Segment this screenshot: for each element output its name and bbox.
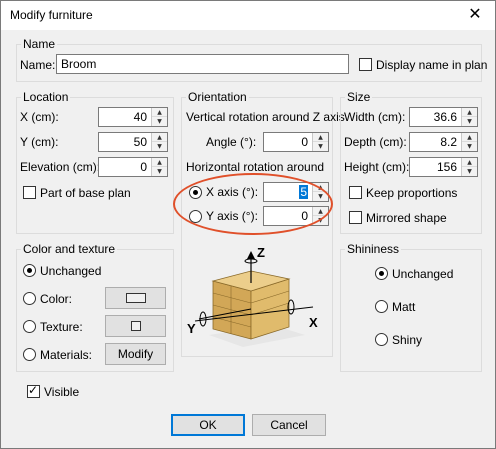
orientation-preview-image: Z X Y bbox=[187, 245, 318, 347]
color-unchanged-label: Unchanged bbox=[40, 264, 102, 278]
axis-z-label: Z bbox=[257, 245, 265, 260]
depth-spinner[interactable]: 8.2 ▲ ▼ bbox=[409, 132, 478, 152]
texture-button[interactable] bbox=[105, 315, 166, 337]
materials-radio[interactable] bbox=[23, 348, 36, 361]
texture-swatch bbox=[131, 321, 141, 331]
shininess-legend: Shininess bbox=[345, 242, 402, 256]
y-value: 50 bbox=[133, 135, 147, 149]
spin-down-icon[interactable]: ▼ bbox=[152, 117, 167, 126]
texture-label: Texture: bbox=[40, 320, 83, 334]
size-legend: Size bbox=[345, 90, 373, 104]
shininess-unchanged-label: Unchanged bbox=[392, 267, 454, 281]
spin-up-icon[interactable]: ▲ bbox=[462, 158, 477, 167]
elevation-spinner[interactable]: 0 ▲ ▼ bbox=[98, 157, 168, 177]
height-spinner[interactable]: 156 ▲ ▼ bbox=[409, 157, 478, 177]
spin-up-icon[interactable]: ▲ bbox=[462, 108, 477, 117]
width-spinner[interactable]: 36.6 ▲ ▼ bbox=[409, 107, 478, 127]
y-spinner[interactable]: 50 ▲ ▼ bbox=[98, 132, 168, 152]
display-name-label: Display name in plan bbox=[376, 58, 488, 72]
spin-down-icon[interactable]: ▼ bbox=[462, 142, 477, 151]
keep-proportions-label: Keep proportions bbox=[366, 186, 458, 200]
angle-value: 0 bbox=[301, 135, 308, 149]
mirrored-shape-label: Mirrored shape bbox=[366, 211, 447, 225]
base-plan-checkbox[interactable] bbox=[23, 186, 36, 199]
mirrored-shape-checkbox[interactable] bbox=[349, 211, 362, 224]
spin-down-icon[interactable]: ▼ bbox=[152, 167, 167, 176]
base-plan-label: Part of base plan bbox=[40, 186, 131, 200]
angle-spinner[interactable]: 0 ▲ ▼ bbox=[263, 132, 329, 152]
modify-furniture-dialog: Modify furniture ✕ Name Name: Broom Disp… bbox=[0, 0, 496, 449]
visible-checkbox[interactable] bbox=[27, 383, 40, 398]
shininess-unchanged-radio[interactable] bbox=[375, 267, 388, 280]
close-icon[interactable]: ✕ bbox=[467, 6, 483, 22]
cancel-button[interactable]: Cancel bbox=[252, 414, 326, 436]
materials-label: Materials: bbox=[40, 348, 93, 362]
horizontal-rotation-caption: Horizontal rotation around bbox=[186, 160, 325, 174]
spin-down-icon[interactable]: ▼ bbox=[313, 142, 328, 151]
width-value: 36.6 bbox=[433, 110, 457, 124]
axis-x-label: X bbox=[309, 315, 318, 330]
height-value: 156 bbox=[436, 160, 457, 174]
color-button[interactable] bbox=[105, 287, 166, 309]
y-label: Y (cm): bbox=[20, 135, 59, 149]
color-unchanged-radio[interactable] bbox=[23, 264, 36, 277]
location-legend: Location bbox=[21, 90, 71, 104]
color-radio[interactable] bbox=[23, 292, 36, 305]
shiny-radio[interactable] bbox=[375, 333, 388, 346]
keep-proportions-checkbox[interactable] bbox=[349, 186, 362, 199]
height-label: Height (cm): bbox=[344, 160, 410, 174]
angle-label: Angle (°): bbox=[206, 135, 257, 149]
matt-radio[interactable] bbox=[375, 300, 388, 313]
elevation-label: Elevation (cm): bbox=[20, 160, 101, 174]
spin-up-icon[interactable]: ▲ bbox=[152, 158, 167, 167]
ok-button[interactable]: OK bbox=[171, 414, 245, 436]
visible-label: Visible bbox=[44, 385, 80, 399]
matt-label: Matt bbox=[392, 300, 416, 314]
orientation-legend: Orientation bbox=[186, 90, 249, 104]
axis-y-label: Y bbox=[187, 321, 196, 336]
modify-materials-button[interactable]: Modify bbox=[105, 343, 166, 365]
depth-label: Depth (cm): bbox=[344, 135, 407, 149]
shiny-label: Shiny bbox=[392, 333, 423, 347]
color-label: Color: bbox=[40, 292, 73, 306]
vertical-rotation-caption: Vertical rotation around Z axis bbox=[186, 110, 345, 124]
x-label: X (cm): bbox=[20, 110, 59, 124]
spin-up-icon[interactable]: ▲ bbox=[152, 133, 167, 142]
name-field[interactable]: Broom bbox=[56, 54, 349, 74]
highlight-ellipse bbox=[173, 173, 333, 235]
color-swatch bbox=[126, 293, 146, 303]
spin-up-icon[interactable]: ▲ bbox=[313, 133, 328, 142]
texture-radio[interactable] bbox=[23, 320, 36, 333]
width-label: Width (cm): bbox=[344, 110, 406, 124]
display-name-checkbox[interactable] bbox=[359, 58, 372, 71]
title-bar: Modify furniture ✕ bbox=[1, 1, 495, 30]
name-label: Name: bbox=[20, 58, 56, 72]
x-spinner[interactable]: 40 ▲ ▼ bbox=[98, 107, 168, 127]
window-title: Modify furniture bbox=[10, 8, 93, 22]
spin-down-icon[interactable]: ▼ bbox=[152, 142, 167, 151]
depth-value: 8.2 bbox=[440, 135, 457, 149]
elevation-value: 0 bbox=[140, 160, 147, 174]
spin-up-icon[interactable]: ▲ bbox=[462, 133, 477, 142]
spin-up-icon[interactable]: ▲ bbox=[152, 108, 167, 117]
spin-down-icon[interactable]: ▼ bbox=[462, 117, 477, 126]
name-group-legend: Name bbox=[21, 37, 58, 51]
color-texture-legend: Color and texture bbox=[21, 242, 118, 256]
spin-down-icon[interactable]: ▼ bbox=[462, 167, 477, 176]
x-value: 40 bbox=[133, 110, 147, 124]
